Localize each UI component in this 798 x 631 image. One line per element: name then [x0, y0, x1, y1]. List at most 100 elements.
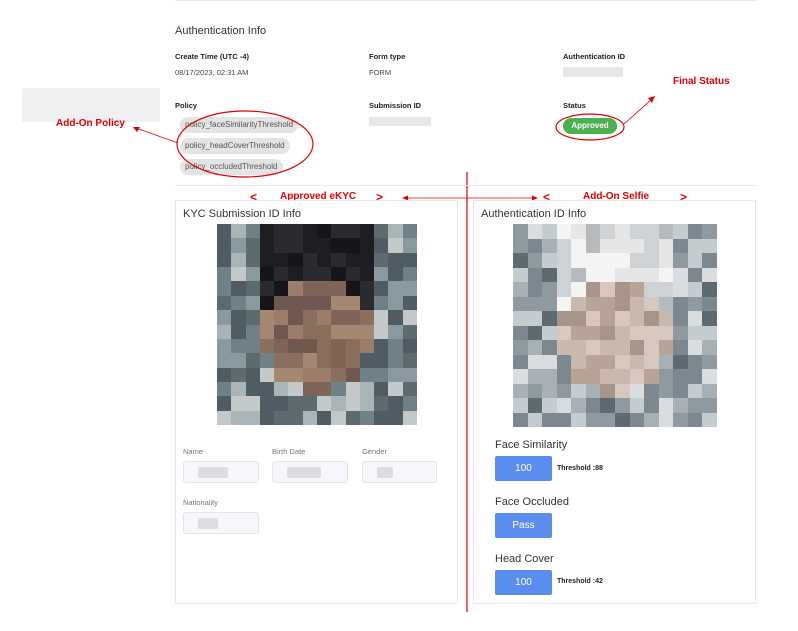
- photo-pixel: [702, 354, 717, 370]
- photo-pixel: [217, 367, 232, 383]
- photo-pixel: [702, 282, 717, 297]
- photo-pixel: [388, 281, 404, 297]
- photo-pixel: [345, 281, 361, 297]
- photo-pixel: [571, 311, 587, 326]
- photo-pixel: [571, 354, 587, 370]
- photo-pixel: [259, 367, 275, 383]
- photo-pixel: [288, 396, 304, 412]
- photo-pixel: [556, 296, 572, 312]
- photo-pixel: [274, 410, 289, 425]
- photo-pixel: [374, 410, 389, 425]
- photo-pixel: [245, 281, 261, 297]
- photo-pixel: [217, 238, 232, 254]
- photo-pixel: [274, 267, 289, 282]
- photo-pixel: [629, 238, 645, 254]
- photo-pixel: [629, 383, 645, 399]
- photo-pixel: [259, 252, 275, 268]
- photo-pixel: [288, 310, 304, 325]
- status-arrow: [623, 98, 653, 125]
- photo-pixel: [615, 325, 631, 341]
- photo-pixel: [388, 295, 404, 311]
- photo-pixel: [513, 383, 529, 399]
- photo-pixel: [600, 238, 616, 254]
- photo-pixel: [556, 369, 572, 384]
- final-status-annotation: Final Status: [673, 76, 730, 87]
- photo-pixel: [702, 369, 717, 384]
- photo-pixel: [402, 324, 417, 340]
- photo-pixel: [615, 224, 631, 239]
- photo-pixel: [702, 253, 717, 268]
- photo-pixel: [542, 369, 558, 384]
- photo-pixel: [687, 267, 703, 283]
- photo-pixel: [359, 396, 375, 412]
- photo-pixel: [687, 398, 703, 413]
- photo-pixel: [702, 267, 717, 283]
- photo-pixel: [644, 369, 660, 384]
- photo-pixel: [274, 338, 289, 354]
- photo-pixel: [302, 224, 318, 239]
- photo-pixel: [402, 267, 417, 282]
- photo-pixel: [345, 353, 361, 369]
- photo-pixel: [556, 340, 572, 355]
- photo-pixel: [388, 267, 404, 282]
- photo-pixel: [259, 238, 275, 254]
- photo-pixel: [687, 412, 703, 427]
- photo-pixel: [600, 267, 616, 283]
- photo-pixel: [245, 396, 261, 412]
- photo-pixel: [644, 238, 660, 254]
- photo-pixel: [359, 353, 375, 369]
- photo-pixel: [217, 310, 232, 325]
- photo-pixel: [542, 325, 558, 341]
- photo-pixel: [317, 367, 332, 383]
- photo-pixel: [317, 310, 332, 325]
- photo-pixel: [245, 324, 261, 340]
- photo-pixel: [673, 224, 689, 239]
- photo-pixel: [217, 224, 232, 239]
- photo-pixel: [374, 267, 389, 282]
- photo-pixel: [513, 340, 529, 355]
- photo-pixel: [231, 295, 247, 311]
- photo-pixel: [259, 224, 275, 239]
- photo-pixel: [658, 383, 674, 399]
- photo-pixel: [571, 224, 587, 239]
- photo-pixel: [274, 381, 289, 397]
- photo-pixel: [629, 282, 645, 297]
- photo-pixel: [629, 398, 645, 413]
- photo-pixel: [556, 412, 572, 427]
- photo-pixel: [345, 324, 361, 340]
- photo-pixel: [302, 238, 318, 254]
- photo-pixel: [542, 282, 558, 297]
- photo-pixel: [259, 324, 275, 340]
- name-field: [183, 461, 259, 483]
- photo-pixel: [231, 410, 247, 425]
- photo-pixel: [274, 295, 289, 311]
- photo-pixel: [331, 338, 347, 354]
- photo-pixel: [345, 410, 361, 425]
- photo-pixel: [274, 252, 289, 268]
- photo-pixel: [331, 396, 347, 412]
- photo-pixel: [359, 310, 375, 325]
- photo-pixel: [331, 367, 347, 383]
- photo-pixel: [629, 354, 645, 370]
- photo-pixel: [331, 381, 347, 397]
- photo-pixel: [302, 353, 318, 369]
- photo-pixel: [259, 396, 275, 412]
- photo-pixel: [542, 311, 558, 326]
- photo-pixel: [556, 238, 572, 254]
- photo-pixel: [402, 410, 417, 425]
- photo-pixel: [527, 383, 543, 399]
- photo-pixel: [673, 354, 689, 370]
- head-cover-title: Head Cover: [495, 553, 554, 565]
- photo-pixel: [513, 253, 529, 268]
- photo-pixel: [388, 324, 404, 340]
- photo-pixel: [217, 410, 232, 425]
- photo-pixel: [217, 353, 232, 369]
- photo-pixel: [629, 253, 645, 268]
- photo-pixel: [374, 324, 389, 340]
- photo-pixel: [374, 353, 389, 369]
- photo-pixel: [402, 238, 417, 254]
- photo-pixel: [331, 252, 347, 268]
- photo-pixel: [600, 224, 616, 239]
- photo-pixel: [556, 224, 572, 239]
- photo-pixel: [673, 398, 689, 413]
